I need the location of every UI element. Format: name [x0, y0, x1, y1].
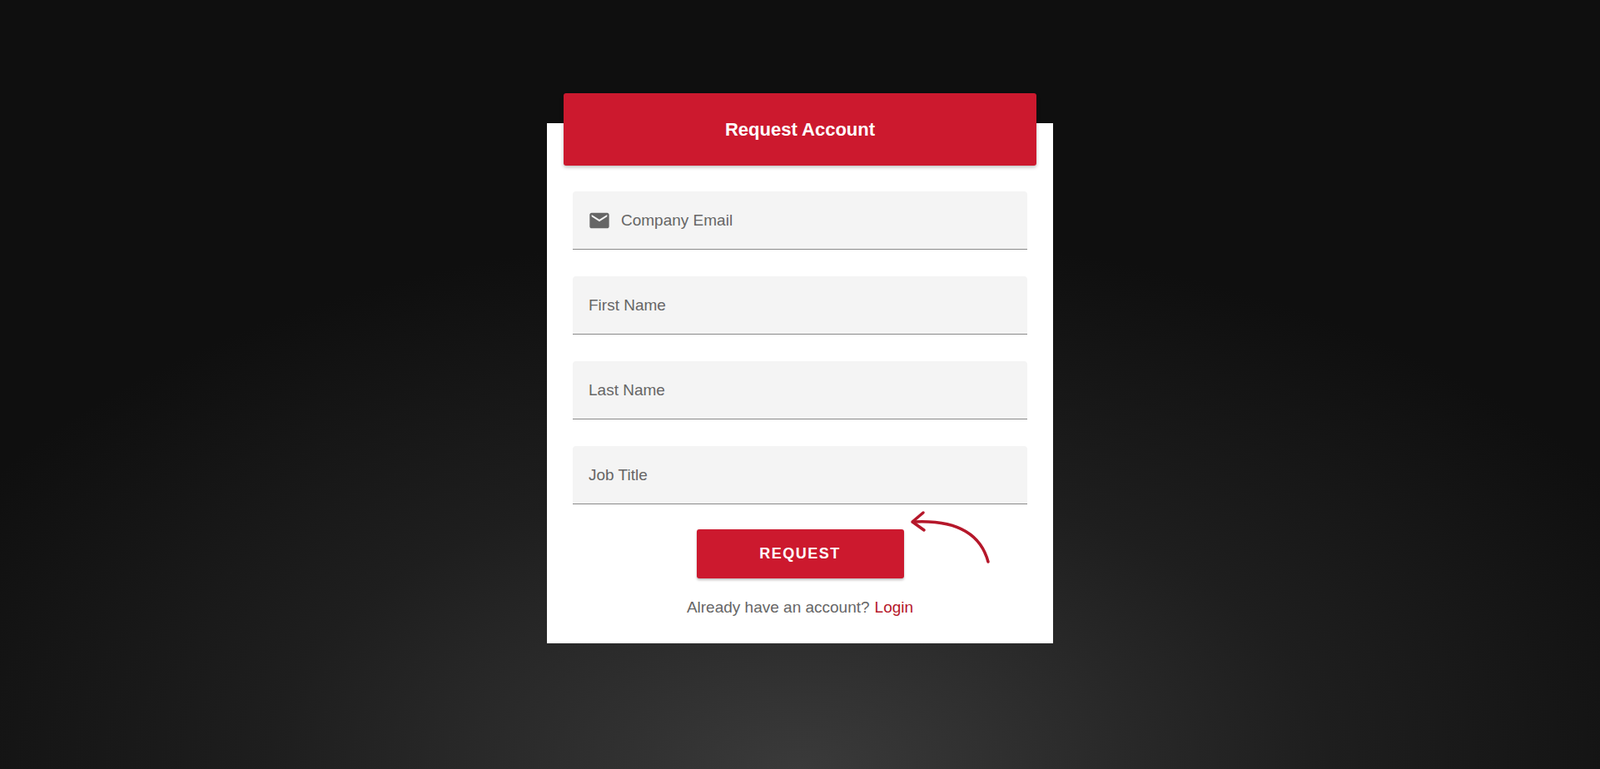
- text-field[interactable]: [572, 446, 1028, 505]
- request-account-card: Request AccountREQUESTAlready have an ac…: [546, 123, 1054, 644]
- text-field[interactable]: [572, 361, 1028, 420]
- field-input[interactable]: [611, 191, 1028, 249]
- request-button[interactable]: REQUEST: [696, 529, 905, 579]
- login-prompt-text: Already have an account?: [686, 598, 870, 617]
- login-link[interactable]: Login: [874, 598, 915, 617]
- field-input[interactable]: [572, 276, 1028, 334]
- pointer-arrow-icon: [908, 510, 992, 566]
- card-header: Request Account: [563, 93, 1037, 166]
- page: Request Account REQUEST Already have an ac…: [0, 0, 1600, 769]
- text-field[interactable]: [572, 191, 1028, 250]
- card-title: Request Account: [725, 119, 875, 141]
- envelope-icon: [587, 208, 612, 233]
- login-prompt: Already have an account?Login: [572, 598, 1028, 617]
- field-input[interactable]: [572, 446, 1028, 504]
- button-row: REQUEST: [572, 529, 1028, 579]
- text-field[interactable]: [572, 276, 1028, 335]
- field-input[interactable]: [572, 361, 1028, 419]
- request-form: REQUEST Already have an account?Login: [563, 165, 1037, 617]
